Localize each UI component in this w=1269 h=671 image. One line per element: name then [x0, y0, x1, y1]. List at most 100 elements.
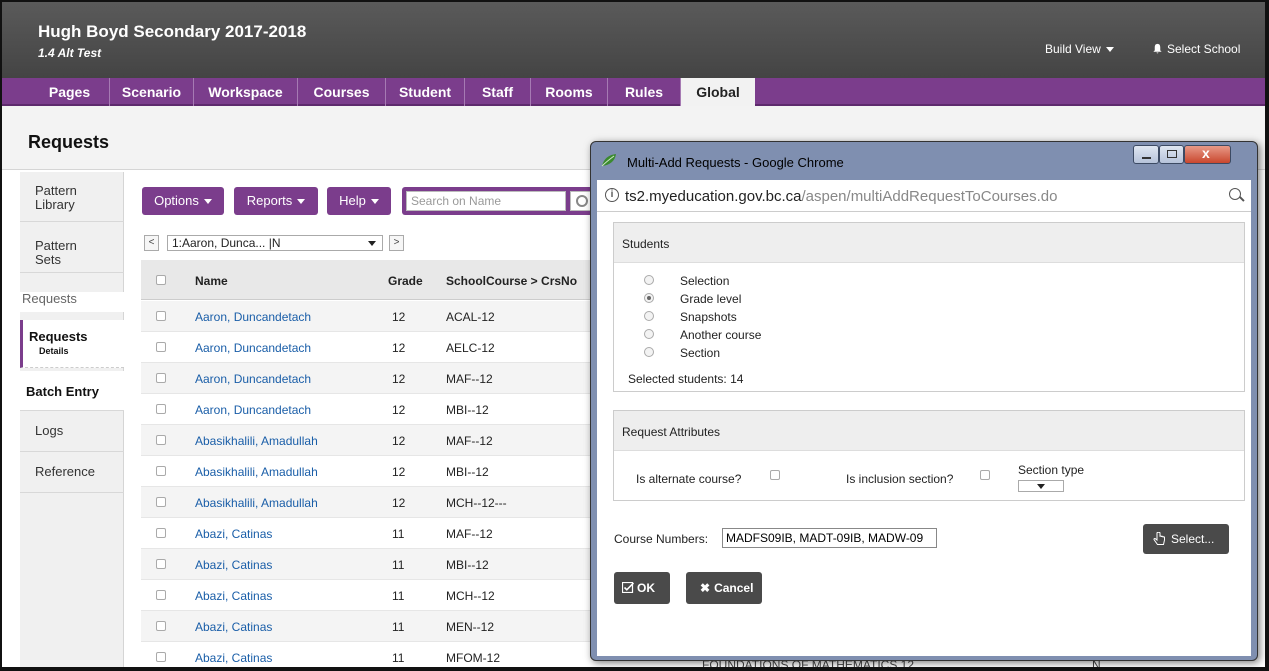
previous-record-button[interactable]: <	[144, 235, 159, 251]
table-row[interactable]: Aaron, Duncandetach 12 MBI--12	[141, 394, 601, 425]
top-nav: Pages Scenario Workspace Courses Student…	[2, 78, 1265, 108]
address-bar[interactable]: i ts2.myeducation.gov.bc.ca/aspen/multiA…	[597, 180, 1251, 212]
radio-button[interactable]	[644, 293, 654, 303]
reports-button[interactable]: Reports	[234, 187, 318, 215]
row-checkbox[interactable]	[156, 528, 166, 538]
tab-global[interactable]: Global	[681, 78, 755, 108]
ok-button[interactable]: OK	[614, 572, 670, 604]
sidebar: Pattern Library Pattern Sets Requests Re…	[20, 172, 124, 667]
radio-button[interactable]	[644, 347, 654, 357]
student-name-link[interactable]: Abazi, Catinas	[195, 527, 272, 541]
tab-student[interactable]: Student	[386, 78, 465, 106]
selected-students-count: Selected students: 14	[628, 372, 744, 386]
select-school-button[interactable]: Select School	[1152, 42, 1240, 56]
row-checkbox[interactable]	[156, 652, 166, 662]
radio-label: Snapshots	[680, 310, 737, 324]
record-select[interactable]: 1:Aaron, Dunca... |N	[167, 235, 383, 251]
section-type-select[interactable]	[1018, 480, 1064, 492]
window-titlebar[interactable]: Multi-Add Requests - Google Chrome x	[591, 142, 1257, 180]
sidebar-item-logs[interactable]: Logs	[20, 412, 124, 452]
select-button[interactable]: Select...	[1143, 524, 1229, 554]
close-icon[interactable]: x	[1184, 145, 1231, 164]
sidebar-item-pattern-sets[interactable]: Pattern Sets	[20, 223, 124, 273]
tab-workspace[interactable]: Workspace	[194, 78, 298, 106]
build-view-menu[interactable]: Build View	[1045, 42, 1114, 56]
student-name-link[interactable]: Aaron, Duncandetach	[195, 372, 311, 386]
grade-cell: 12	[392, 496, 406, 510]
row-checkbox[interactable]	[156, 621, 166, 631]
table-row[interactable]: Abasikhalili, Amadullah 12 MBI--12	[141, 456, 601, 487]
table-row[interactable]: Abazi, Catinas 11 MFOM-12	[141, 642, 601, 667]
table-row[interactable]: Abazi, Catinas 11 MAF--12	[141, 518, 601, 549]
student-name-link[interactable]: Aaron, Duncandetach	[195, 310, 311, 324]
table-row[interactable]: Aaron, Duncandetach 12 MAF--12	[141, 363, 601, 394]
student-name-link[interactable]: Aaron, Duncandetach	[195, 403, 311, 417]
table-row[interactable]: Abazi, Catinas 11 MCH--12	[141, 580, 601, 611]
table-row[interactable]: Abazi, Catinas 11 MBI--12	[141, 549, 601, 580]
minimize-icon[interactable]	[1133, 145, 1159, 164]
student-name-link[interactable]: Abasikhalili, Amadullah	[195, 434, 318, 448]
row-checkbox[interactable]	[156, 497, 166, 507]
row-checkbox[interactable]	[156, 373, 166, 383]
column-header-course[interactable]: SchoolCourse > CrsNo	[446, 274, 577, 288]
tab-scenario[interactable]: Scenario	[110, 78, 194, 106]
sidebar-item-reference[interactable]: Reference	[20, 453, 124, 493]
cancel-button[interactable]: ✖ Cancel	[686, 572, 762, 604]
course-number-cell: MAF--12	[446, 372, 493, 386]
sidebar-item-batch-entry[interactable]: Batch Entry	[20, 371, 124, 411]
sidebar-item-pattern-library[interactable]: Pattern Library	[20, 172, 124, 222]
student-name-link[interactable]: Abasikhalili, Amadullah	[195, 465, 318, 479]
student-name-link[interactable]: Aaron, Duncandetach	[195, 341, 311, 355]
row-checkbox[interactable]	[156, 404, 166, 414]
row-checkbox[interactable]	[156, 466, 166, 476]
options-button[interactable]: Options	[142, 187, 224, 215]
inclusion-section-checkbox[interactable]	[980, 470, 990, 480]
tab-staff[interactable]: Staff	[465, 78, 531, 106]
tab-rules[interactable]: Rules	[608, 78, 681, 106]
grade-cell: 12	[392, 310, 406, 324]
column-header-name[interactable]: Name	[195, 274, 228, 288]
row-checkbox[interactable]	[156, 311, 166, 321]
table-row[interactable]: Aaron, Duncandetach 12 AELC-12	[141, 332, 601, 363]
row-checkbox[interactable]	[156, 435, 166, 445]
course-numbers-input[interactable]	[722, 528, 937, 548]
chevron-down-icon	[1105, 47, 1114, 53]
student-name-link[interactable]: Abazi, Catinas	[195, 558, 272, 572]
options-label: Options	[154, 193, 199, 208]
search-input[interactable]	[406, 191, 566, 211]
student-name-link[interactable]: Abazi, Catinas	[195, 589, 272, 603]
row-checkbox[interactable]	[156, 559, 166, 569]
student-name-link[interactable]: Abasikhalili, Amadullah	[195, 496, 318, 510]
course-number-cell: AELC-12	[446, 341, 495, 355]
help-button[interactable]: Help	[327, 187, 391, 215]
table-row[interactable]: Abasikhalili, Amadullah 12 MAF--12	[141, 425, 601, 456]
course-number-cell: MCH--12---	[446, 496, 507, 510]
students-heading: Students	[614, 223, 1244, 263]
sidebar-item-sublabel: Details	[39, 346, 69, 356]
radio-label: Selection	[680, 274, 730, 288]
info-icon[interactable]: i	[605, 188, 619, 202]
column-header-grade[interactable]: Grade	[388, 274, 423, 288]
student-name-link[interactable]: Abazi, Catinas	[195, 620, 272, 634]
radio-button[interactable]	[644, 329, 654, 339]
zoom-icon[interactable]	[1229, 188, 1241, 200]
row-checkbox[interactable]	[156, 590, 166, 600]
next-record-button[interactable]: >	[389, 235, 404, 251]
radio-button[interactable]	[644, 275, 654, 285]
tab-rooms[interactable]: Rooms	[531, 78, 608, 106]
table-row[interactable]: Abazi, Catinas 11 MEN--12	[141, 611, 601, 642]
student-name-link[interactable]: Abazi, Catinas	[195, 651, 272, 665]
close-icon: ✖	[700, 581, 711, 595]
sidebar-item-requests[interactable]: Requests Details	[20, 320, 124, 368]
table-row[interactable]: Aaron, Duncandetach 12 ACAL-12	[141, 301, 601, 332]
radio-button[interactable]	[644, 311, 654, 321]
maximize-icon[interactable]	[1159, 145, 1184, 164]
tab-pages[interactable]: Pages	[30, 78, 110, 106]
alternate-course-checkbox[interactable]	[770, 470, 780, 480]
search-icon[interactable]	[570, 191, 592, 211]
select-all-checkbox[interactable]	[156, 275, 166, 285]
table-row[interactable]: Abasikhalili, Amadullah 12 MCH--12---	[141, 487, 601, 518]
radio-label: Another course	[680, 328, 762, 342]
row-checkbox[interactable]	[156, 342, 166, 352]
tab-courses[interactable]: Courses	[298, 78, 386, 106]
